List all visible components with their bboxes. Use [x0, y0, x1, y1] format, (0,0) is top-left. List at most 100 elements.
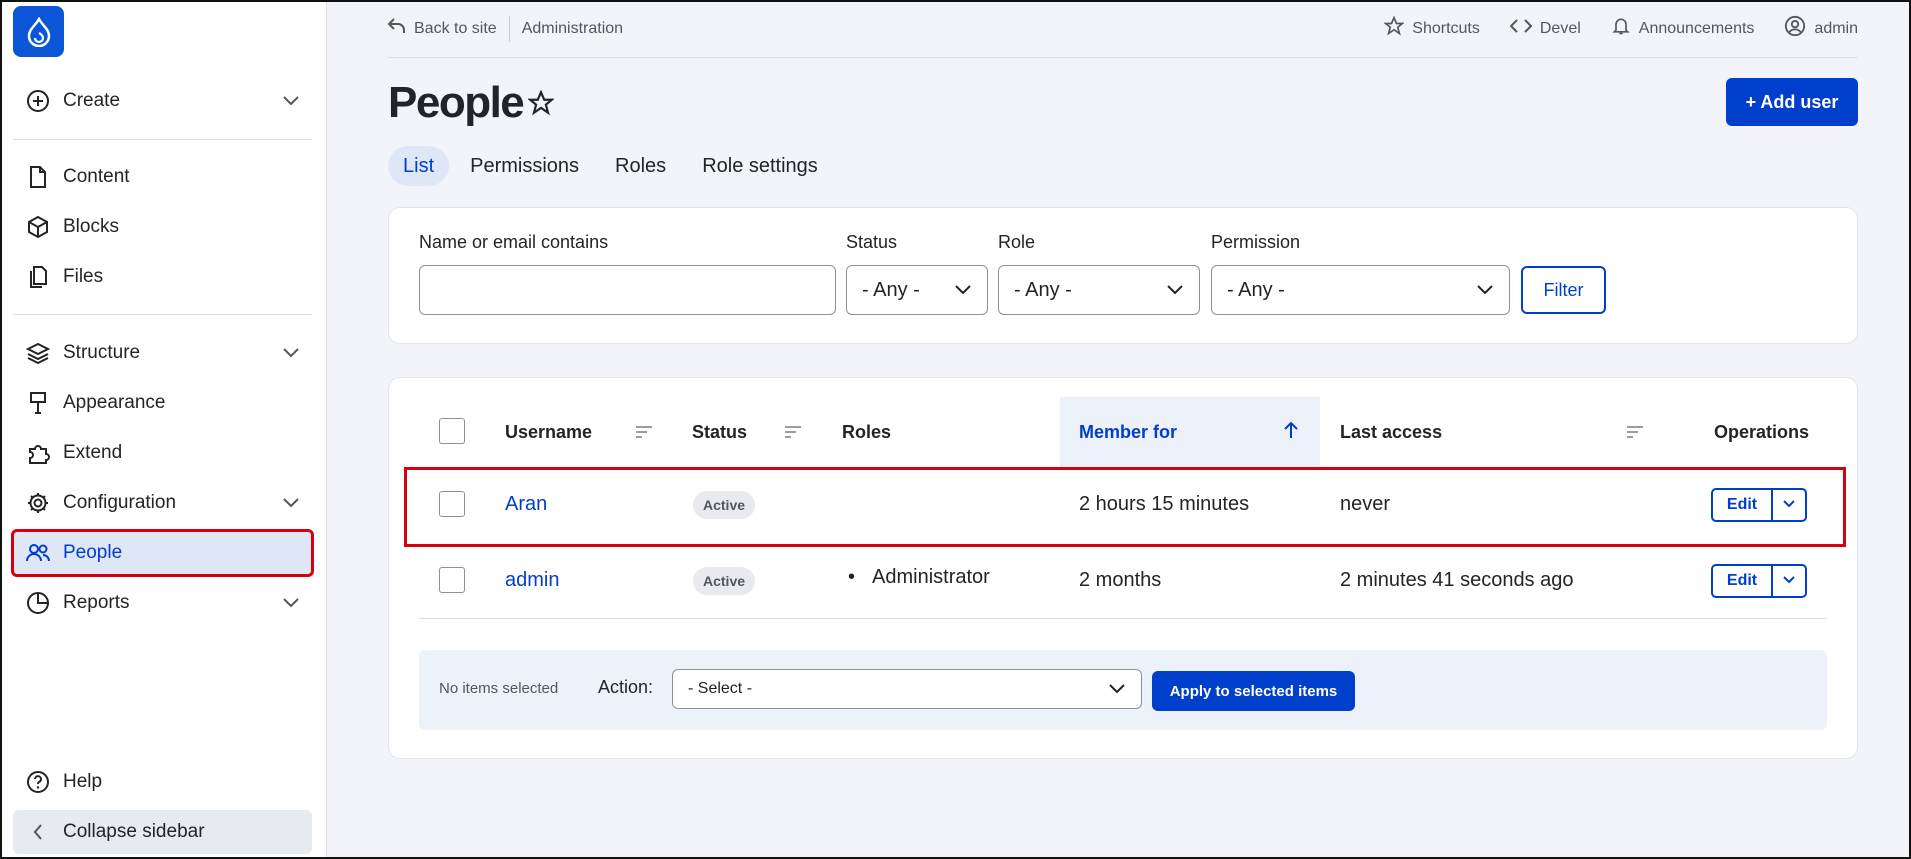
sidebar-item-label: Create: [63, 90, 121, 111]
sidebar-item-configuration[interactable]: Configuration: [13, 481, 312, 525]
sidebar-item-files[interactable]: Files: [13, 255, 312, 299]
people-icon: [25, 540, 51, 566]
chevron-down-icon: [1166, 280, 1184, 304]
row-checkbox[interactable]: [439, 567, 465, 593]
help-icon: [25, 769, 51, 795]
document-icon: [25, 164, 51, 190]
status-filter-label: Status: [846, 232, 898, 252]
column-header-status[interactable]: Status: [692, 397, 747, 467]
permission-select-value: - Any -: [1227, 278, 1285, 301]
sidebar: Create Content Blocks Files Structure Ap…: [0, 0, 327, 859]
name-filter-input[interactable]: [419, 265, 836, 315]
sidebar-item-reports[interactable]: Reports: [13, 581, 312, 625]
role-select-value: - Any -: [1014, 278, 1072, 301]
shortcuts-label: Shortcuts: [1412, 19, 1480, 37]
filter-button[interactable]: Filter: [1521, 266, 1606, 314]
tab-roles[interactable]: Roles: [600, 146, 681, 186]
role-select[interactable]: - Any -: [998, 265, 1200, 315]
announcements-link[interactable]: Announcements: [1611, 16, 1755, 41]
sidebar-item-appearance[interactable]: Appearance: [13, 381, 312, 425]
layers-icon: [25, 340, 51, 366]
puzzle-icon: [25, 440, 51, 466]
tab-permissions[interactable]: Permissions: [455, 146, 594, 186]
bell-icon: [1611, 16, 1631, 41]
code-icon: [1509, 18, 1533, 39]
star-icon[interactable]: [527, 89, 555, 121]
cube-icon: [25, 214, 51, 240]
action-select-value: - Select -: [688, 680, 753, 697]
chevron-down-icon: [1782, 572, 1796, 590]
breadcrumb-administration[interactable]: Administration: [522, 20, 623, 38]
files-icon: [25, 264, 51, 290]
announcements-label: Announcements: [1638, 19, 1755, 37]
roles-bullet: •: [848, 566, 856, 588]
collapse-sidebar-button[interactable]: Collapse sidebar: [13, 810, 312, 854]
name-filter-label: Name or email contains: [419, 232, 609, 252]
shortcuts-link[interactable]: Shortcuts: [1383, 15, 1480, 41]
back-to-site-label: Back to site: [414, 19, 497, 37]
chevron-down-icon: [954, 280, 972, 304]
apply-to-selected-button[interactable]: Apply to selected items: [1152, 671, 1355, 711]
sidebar-item-label: Structure: [63, 342, 141, 363]
sidebar-item-blocks[interactable]: Blocks: [13, 205, 312, 249]
chevron-left-icon: [25, 819, 51, 845]
chevron-down-icon: [1108, 679, 1126, 702]
devel-link[interactable]: Devel: [1509, 18, 1581, 39]
pie-chart-icon: [25, 590, 51, 616]
username-link[interactable]: admin: [505, 569, 559, 592]
permission-select[interactable]: - Any -: [1211, 265, 1510, 315]
last-access-cell: 2 minutes 41 seconds ago: [1340, 569, 1574, 591]
header-label: Username: [505, 421, 593, 442]
sidebar-item-label: Reports: [63, 592, 130, 613]
tab-list[interactable]: List: [388, 146, 450, 186]
devel-label: Devel: [1539, 19, 1581, 37]
drop-icon: [27, 16, 50, 47]
back-arrow-icon: [387, 18, 406, 39]
header-label: Roles: [842, 421, 892, 442]
divider: [508, 15, 510, 42]
action-select[interactable]: - Select -: [672, 669, 1142, 709]
roles-cell: Administrator: [872, 566, 990, 588]
chevron-down-icon: [280, 90, 302, 112]
member-for-cell: 2 months: [1079, 569, 1162, 591]
status-select[interactable]: - Any -: [846, 265, 988, 315]
paint-brush-icon: [25, 390, 51, 416]
sidebar-item-label: Files: [63, 266, 104, 287]
status-badge: Active: [693, 567, 756, 595]
gear-icon: [25, 490, 51, 516]
user-menu[interactable]: admin: [1784, 15, 1858, 42]
sidebar-item-label: Extend: [63, 442, 123, 463]
sidebar-item-extend[interactable]: Extend: [13, 431, 312, 475]
sidebar-item-label: Blocks: [63, 216, 119, 237]
tab-role-settings[interactable]: Role settings: [687, 146, 833, 186]
column-header-last-access[interactable]: Last access: [1340, 397, 1442, 467]
sidebar-item-help[interactable]: Help: [13, 760, 312, 804]
sidebar-item-structure[interactable]: Structure: [13, 331, 312, 375]
column-header-member-for[interactable]: Member for: [1060, 397, 1320, 467]
chevron-down-icon: [280, 342, 302, 364]
sort-icon[interactable]: [785, 425, 801, 443]
header-label: Last access: [1340, 421, 1443, 442]
sort-icon[interactable]: [636, 425, 652, 443]
back-to-site-link[interactable]: Back to site: [387, 18, 497, 39]
star-icon: [1383, 15, 1405, 41]
sidebar-item-people[interactable]: People: [11, 529, 314, 577]
user-circle-icon: [1784, 15, 1806, 42]
sort-icon[interactable]: [1627, 425, 1643, 443]
sidebar-item-content[interactable]: Content: [13, 155, 312, 199]
collapse-sidebar-label: Collapse sidebar: [63, 821, 205, 842]
column-header-username[interactable]: Username: [505, 397, 592, 467]
permission-filter-label: Permission: [1211, 232, 1301, 252]
drupal-logo[interactable]: [13, 6, 64, 57]
page-title: People: [388, 78, 525, 127]
add-user-button[interactable]: + Add user: [1726, 78, 1858, 126]
operations-toggle[interactable]: [1773, 566, 1805, 596]
sidebar-item-label: Content: [63, 166, 130, 187]
row-highlight: [404, 467, 1846, 547]
select-all-checkbox[interactable]: [439, 418, 465, 444]
divider: [13, 139, 312, 140]
edit-button[interactable]: Edit: [1713, 566, 1773, 596]
sidebar-item-create[interactable]: Create: [13, 79, 312, 123]
sidebar-item-label: People: [63, 542, 123, 563]
user-label: admin: [1814, 19, 1858, 37]
